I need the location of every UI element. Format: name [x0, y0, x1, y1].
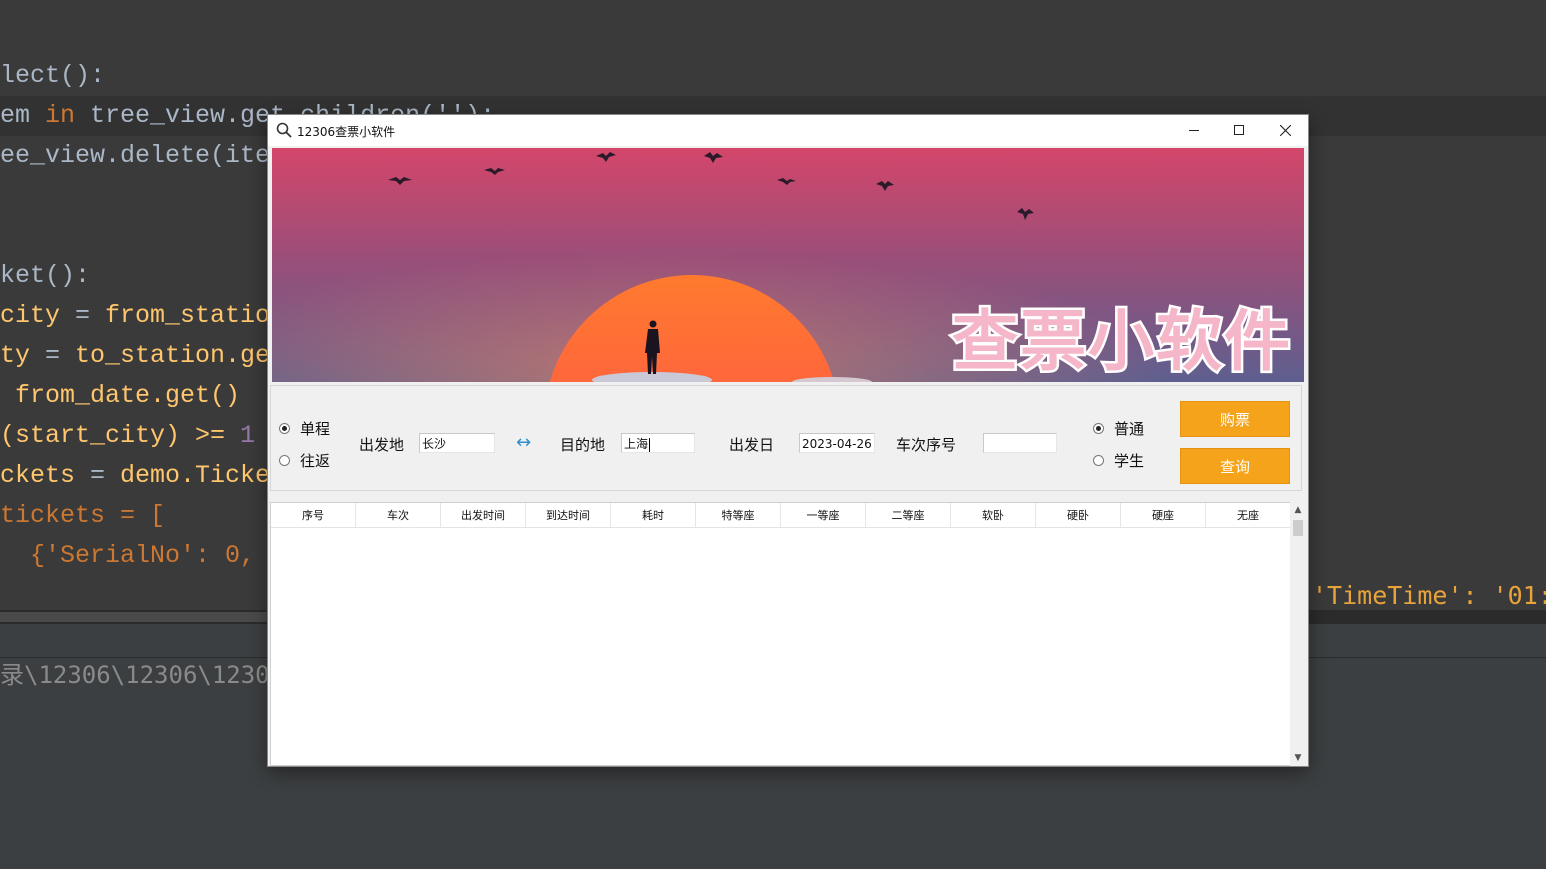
query-button[interactable]: 查询 [1180, 448, 1290, 484]
date-input[interactable]: 2023-04-26 [799, 433, 875, 453]
radio-dot-normal[interactable] [1093, 423, 1104, 434]
maximize-button[interactable] [1216, 115, 1262, 146]
scrollbar-thumb[interactable] [1293, 520, 1303, 536]
code-line: from_date.get() [0, 381, 241, 410]
radio-dot-student[interactable] [1093, 455, 1104, 466]
radio-dot-one-way[interactable] [279, 423, 290, 434]
swap-arrow-icon[interactable]: ↔ [516, 432, 531, 453]
radio-one-way[interactable]: 单程 [279, 418, 330, 439]
column-header[interactable]: 无座 [1206, 503, 1291, 527]
window-titlebar[interactable]: 12306查票小软件 [268, 115, 1308, 146]
radio-student-label: 学生 [1114, 452, 1145, 470]
column-header[interactable]: 序号 [271, 503, 356, 527]
radio-round-trip[interactable]: 往返 [279, 450, 330, 471]
code-line: tickets = [ [0, 501, 166, 530]
code-line: (start_city) >= 1 ar [0, 421, 300, 450]
code-line: city = from_station. [0, 301, 301, 330]
sunset-banner: 查票小软件 [272, 148, 1304, 382]
scroll-down-icon[interactable]: ▼ [1290, 750, 1306, 766]
from-station-input[interactable]: 长沙 [419, 433, 495, 453]
ticket-results-table[interactable]: 序号 车次 出发时间 到达时间 耗时 特等座 一等座 二等座 软卧 硬卧 硬座 无座 [270, 502, 1292, 766]
magnifier-icon [276, 122, 292, 138]
column-header[interactable]: 硬卧 [1036, 503, 1121, 527]
table-vertical-scrollbar[interactable]: ▲ ▼ [1290, 502, 1306, 766]
radio-normal-ticket[interactable]: 普通 [1093, 418, 1144, 439]
close-icon [1279, 125, 1291, 136]
radio-dot-round-trip[interactable] [279, 455, 290, 466]
window-title: 12306查票小软件 [297, 125, 396, 139]
code-fragment-right: 'TimeTime': '01:1 [1312, 581, 1546, 610]
scroll-up-icon[interactable]: ▲ [1290, 502, 1306, 518]
minimize-button[interactable] [1171, 115, 1217, 146]
train-number-label: 车次序号 [896, 436, 957, 454]
code-line: ckets = demo.Ticket( [0, 461, 301, 490]
banner-title: 查票小软件 [950, 301, 1293, 383]
to-station-input[interactable]: 上海 [621, 433, 695, 453]
code-line: {'SerialNo': 0, [0, 541, 256, 570]
code-line: ty = to_station.get( [0, 341, 301, 370]
code-line: ket(): [0, 261, 91, 290]
buy-ticket-button[interactable]: 购票 [1180, 401, 1290, 437]
code-line: ee_view.delete(item) [0, 141, 301, 170]
scrollbar-thumb[interactable] [0, 612, 268, 622]
column-header[interactable]: 软卧 [951, 503, 1036, 527]
column-header[interactable]: 到达时间 [526, 503, 611, 527]
column-header[interactable]: 车次 [356, 503, 441, 527]
column-header[interactable]: 一等座 [781, 503, 866, 527]
close-button[interactable] [1262, 115, 1308, 146]
radio-normal-label: 普通 [1114, 420, 1145, 438]
code-line: lect(): [0, 61, 106, 90]
column-header[interactable]: 硬座 [1121, 503, 1206, 527]
date-label: 出发日 [729, 436, 775, 454]
train-number-input[interactable] [983, 433, 1057, 453]
column-header[interactable]: 特等座 [696, 503, 781, 527]
maximize-icon [1233, 125, 1244, 135]
radio-one-way-label: 单程 [300, 420, 331, 438]
to-label: 目的地 [560, 436, 606, 454]
query-form: 单程 往返 出发地 长沙 ↔ 目的地 上海 出发日 2023-04-26 车次序… [270, 385, 1302, 491]
editor-area [0, 0, 1546, 96]
from-label: 出发地 [359, 436, 405, 454]
radio-round-trip-label: 往返 [300, 452, 331, 470]
column-header[interactable]: 耗时 [611, 503, 696, 527]
run-path-output: 录\12306\12306\12306\t [0, 661, 313, 689]
ticket-app-window: 12306查票小软件 查票小软件 单程 往返 出发地 长沙 ↔ 目的地 上海 出… [268, 115, 1308, 766]
table-header: 序号 车次 出发时间 到达时间 耗时 特等座 一等座 二等座 软卧 硬卧 硬座 无座 [271, 503, 1291, 528]
radio-student-ticket[interactable]: 学生 [1093, 450, 1144, 471]
column-header[interactable]: 出发时间 [441, 503, 526, 527]
column-header[interactable]: 二等座 [866, 503, 951, 527]
minimize-icon [1188, 130, 1199, 131]
text-caret [649, 437, 651, 452]
